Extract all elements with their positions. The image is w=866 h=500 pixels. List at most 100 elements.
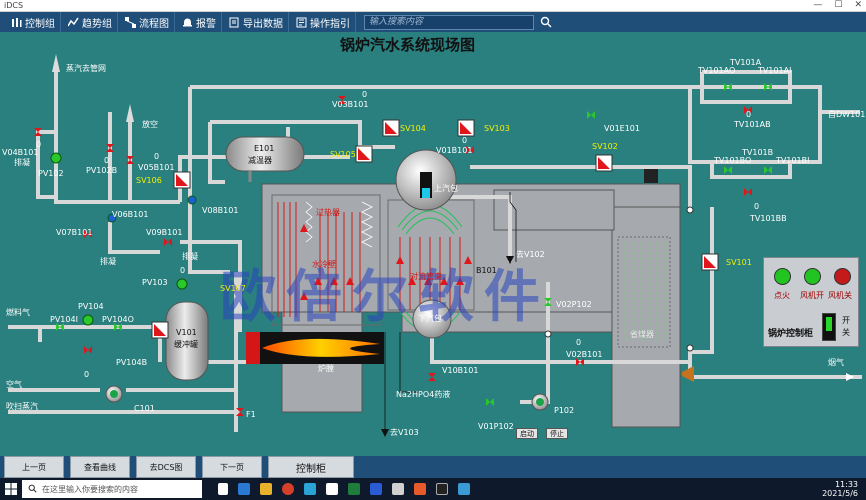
edge-icon[interactable] — [238, 483, 250, 495]
toolbar-alarm[interactable]: 报警 — [177, 12, 222, 32]
tag-tv101bb[interactable]: TV101BB — [750, 214, 787, 224]
tag-v01p102[interactable]: V01P102 — [478, 422, 514, 432]
tag-pv104[interactable]: PV104 — [78, 302, 104, 312]
app-icon-3[interactable] — [348, 483, 360, 495]
drum-level-fill — [422, 188, 430, 198]
value-v02b101: 0 — [576, 338, 582, 347]
tag-v02b101[interactable]: V02B101 — [566, 350, 602, 360]
next-page-button[interactable]: 下一页 — [202, 456, 262, 478]
tag-v05b101[interactable]: V05B101 — [138, 163, 174, 173]
label-upper-drum: 上汽包 — [434, 184, 458, 193]
tag-pv102b[interactable]: PV102B — [86, 166, 117, 176]
toolbar-label: 控制组 — [25, 18, 55, 30]
bottom-nav: 上一页 查看曲线 去DCS图 下一页 控制柜 — [0, 456, 866, 478]
pump-start-button[interactable]: 启动 — [516, 428, 538, 439]
tag-pv104i[interactable]: PV104I — [50, 315, 78, 325]
toolbar-guide[interactable]: 操作指引 — [291, 12, 356, 32]
label-flue-gas: 烟气 — [828, 358, 844, 367]
minimize-button[interactable]: — — [813, 0, 822, 10]
pump-stop-button[interactable]: 停止 — [546, 428, 568, 439]
switch-label: 开关 — [842, 316, 850, 337]
app-icon-1[interactable] — [304, 483, 316, 495]
to-dcs-button[interactable]: 去DCS图 — [136, 456, 196, 478]
app-icon-4[interactable] — [392, 483, 404, 495]
tag-v03b101[interactable]: V03B101 — [332, 100, 368, 110]
start-button[interactable] — [0, 478, 22, 500]
chrome-icon[interactable] — [282, 483, 294, 495]
app-icon-5[interactable] — [414, 483, 426, 495]
label-steam-out: 蒸汽去管网 — [66, 64, 106, 73]
tag-v07b101[interactable]: V07B101 — [56, 228, 92, 238]
fan-on-label: 风机开 — [800, 291, 824, 300]
prev-page-button[interactable]: 上一页 — [4, 456, 64, 478]
tag-sv106[interactable]: SV106 — [136, 176, 162, 186]
system-tray: 11:33 2021/5/6 — [822, 480, 858, 498]
tag-pv103[interactable]: PV103 — [142, 278, 168, 288]
alarm-icon — [183, 18, 192, 26]
search-input[interactable] — [364, 14, 534, 30]
tag-v01b101[interactable]: V01B101 — [436, 146, 472, 156]
value-v03b101: 0 — [362, 90, 368, 99]
value-v01b101: 0 — [462, 136, 468, 145]
tag-pv104b[interactable]: PV104B — [116, 358, 147, 368]
tag-sv104[interactable]: SV104 — [400, 124, 426, 134]
burner — [246, 332, 384, 364]
guide-icon — [296, 17, 307, 27]
tag-v09b101[interactable]: V09B101 — [146, 228, 182, 238]
value-pv103: 0 — [180, 266, 186, 275]
tag-tv101bo[interactable]: TV101BO — [714, 156, 751, 166]
tag-sv107[interactable]: SV107 — [220, 284, 246, 294]
label-lower-drum: 下汽包 — [418, 314, 442, 323]
tag-pv104o[interactable]: PV104O — [102, 315, 134, 325]
toolbar-flow-chart[interactable]: 流程图 — [120, 12, 175, 32]
label-b101: B101 — [476, 266, 497, 275]
tag-tv101ao[interactable]: TV101AO — [698, 66, 735, 76]
toolbar-control-group[interactable]: 控制组 — [6, 12, 61, 32]
word-icon[interactable] — [370, 483, 382, 495]
toolbar-export-data[interactable]: 导出数据 — [224, 12, 289, 32]
close-button[interactable]: ✕ — [854, 0, 862, 10]
trend-icon — [68, 17, 79, 26]
label-to-v102: 去V102 — [516, 250, 545, 259]
folder-icon[interactable] — [260, 483, 272, 495]
tag-v10b101[interactable]: V10B101 — [442, 366, 478, 376]
task-view-icon[interactable] — [218, 483, 228, 495]
app-icon-7[interactable] — [458, 483, 470, 495]
tag-tv101ab[interactable]: TV101AB — [734, 120, 771, 130]
label-fuel-gas: 燃料气 — [6, 308, 30, 317]
tag-pv102[interactable]: PV102 — [38, 169, 64, 179]
tag-sv101[interactable]: SV101 — [726, 258, 752, 268]
tag-v08b101[interactable]: V08B101 — [202, 206, 238, 216]
power-switch[interactable] — [822, 313, 836, 341]
control-cabinet-button[interactable]: 控制柜 — [268, 456, 354, 478]
tag-v01e101[interactable]: V01E101 — [604, 124, 640, 134]
taskbar-search[interactable]: 在这里输入你要搜索的内容 — [22, 480, 202, 498]
tag-v02p102[interactable]: V02P102 — [556, 300, 592, 310]
toolbar-label: 操作指引 — [310, 18, 350, 30]
tag-sv103[interactable]: SV103 — [484, 124, 510, 134]
value-v04b101: 0 — [36, 140, 42, 149]
value-v05b101: 0 — [154, 152, 160, 161]
toolbar-trend-group[interactable]: 趋势组 — [63, 12, 118, 32]
tag-v06b101[interactable]: V06B101 — [112, 210, 148, 220]
ignite-label: 点火 — [774, 291, 790, 300]
tag-v04b101[interactable]: V04B101 — [2, 148, 38, 158]
main-toolbar: 控制组 趋势组 流程图 报警 导出数据 操作指引 — [0, 12, 866, 32]
tag-sv102[interactable]: SV102 — [592, 142, 618, 152]
app-icon-6[interactable] — [436, 483, 448, 495]
label-water-wall: 水冷壁 — [312, 260, 336, 269]
app-icon-2[interactable] — [326, 483, 338, 495]
clock-time: 11:33 — [834, 480, 858, 489]
maximize-button[interactable]: ☐ — [834, 0, 842, 10]
search-button[interactable] — [538, 14, 554, 30]
tag-tv101bi[interactable]: TV101BI — [776, 156, 809, 166]
toolbar-label: 流程图 — [139, 18, 169, 30]
value-tv101ab: 0 — [746, 110, 752, 119]
view-trend-button[interactable]: 查看曲线 — [70, 456, 130, 478]
clock-date: 2021/5/6 — [822, 489, 858, 498]
flow-chart-icon — [125, 16, 136, 28]
boiler-control-panel: 点火 风机开 风机关 锅炉控制柜 开关 — [763, 257, 859, 347]
tag-sv105[interactable]: SV105 — [330, 150, 356, 160]
label-furnace: 炉膛 — [318, 364, 334, 373]
tag-tv101ai[interactable]: TV101AI — [758, 66, 791, 76]
